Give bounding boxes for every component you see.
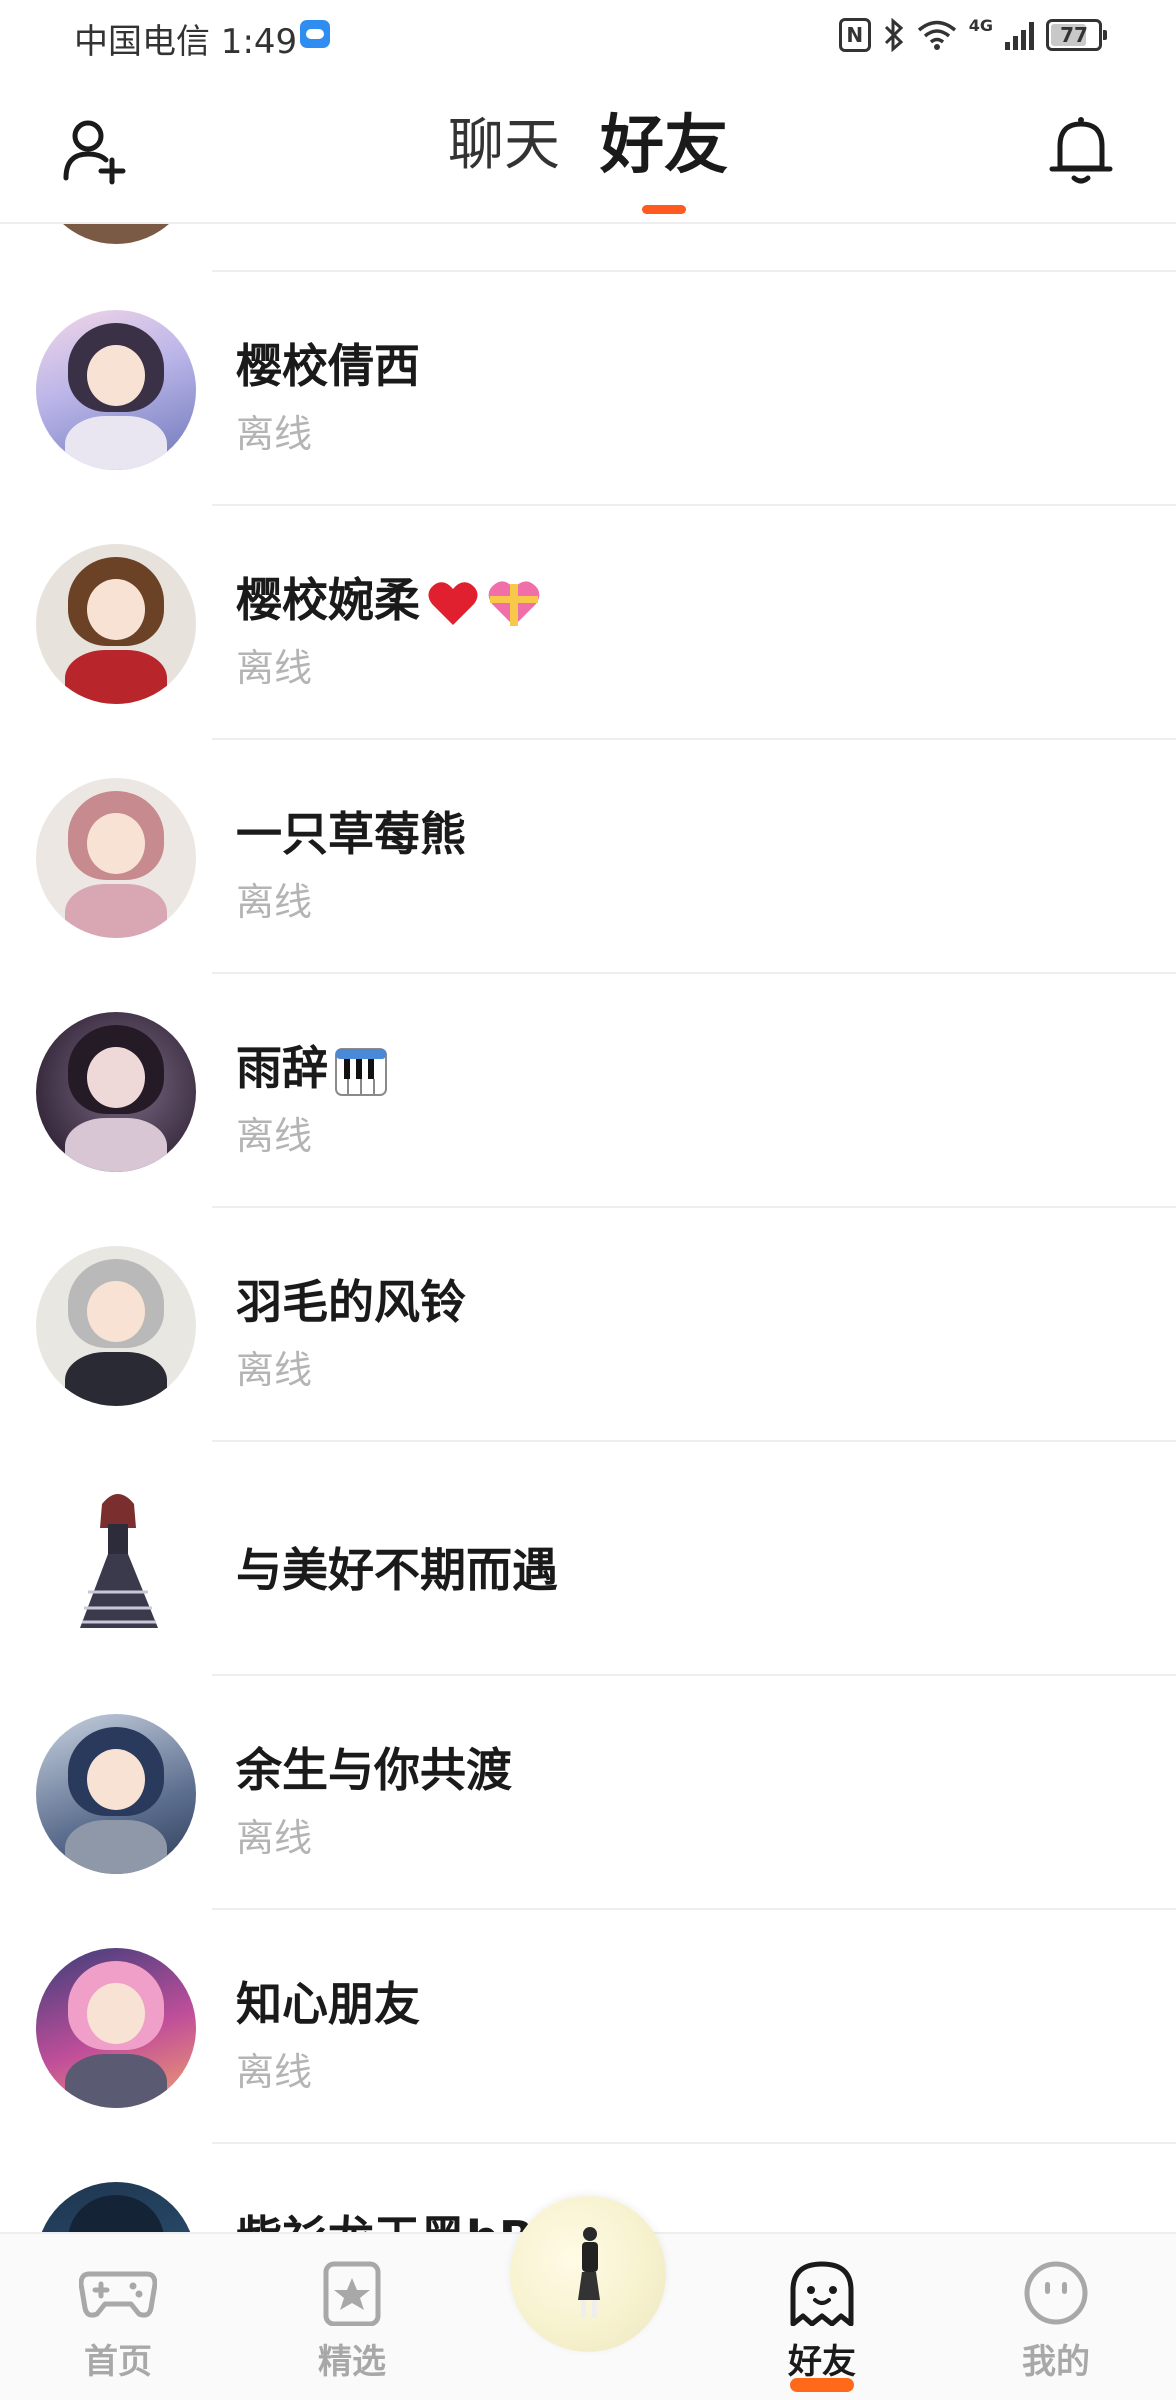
- gamepad-icon: [79, 2271, 157, 2318]
- header: 聊天 好友: [0, 72, 1176, 224]
- friend-name: 羽毛的风铃: [236, 1275, 466, 1329]
- nav-label: 首页: [84, 2342, 152, 2382]
- bluetooth-icon: [884, 18, 903, 52]
- friend-status: 离线: [236, 1348, 313, 1392]
- friend-status: 离线: [236, 412, 313, 456]
- tab-active-indicator: [642, 205, 686, 214]
- friend-row[interactable]: 羽毛的风铃 离线: [0, 1208, 1176, 1442]
- friend-name: 与美好不期而遇: [236, 1543, 558, 1597]
- nav-label: 精选: [318, 2342, 386, 2382]
- friend-row[interactable]: 樱校婉柔 离线: [0, 506, 1176, 740]
- heart-icon: [428, 581, 478, 625]
- nav-item-featured[interactable]: 精选: [272, 2234, 432, 2400]
- friend-status: 离线: [236, 1114, 313, 1158]
- nav-label: 好友: [788, 2342, 856, 2382]
- battery-level: 77: [1060, 23, 1088, 47]
- battery-icon: 77: [1046, 19, 1107, 51]
- avatar[interactable]: [36, 778, 196, 938]
- avatar[interactable]: [36, 1246, 196, 1406]
- piano-icon: [335, 1047, 387, 1096]
- star-bookmark-icon: [323, 2261, 381, 2326]
- avatar[interactable]: [36, 1714, 196, 1874]
- nfc-icon: N: [838, 18, 871, 52]
- friend-name: 樱校婉柔: [236, 572, 542, 630]
- nav-item-mine[interactable]: 我的: [976, 2234, 1136, 2400]
- tab-friends[interactable]: 好友: [600, 108, 728, 214]
- friend-name: 余生与你共渡: [236, 1743, 512, 1797]
- friend-name: 一只草莓熊: [236, 807, 466, 861]
- tab-chat[interactable]: 聊天: [448, 108, 560, 184]
- friend-name: 知心朋友: [236, 1977, 420, 2031]
- avatar[interactable]: [36, 2182, 196, 2232]
- avatar[interactable]: [36, 1948, 196, 2108]
- friend-row[interactable]: 余生与你共渡 离线: [0, 1676, 1176, 1910]
- friend-row[interactable]: 知心朋友 离线: [0, 1910, 1176, 2144]
- friend-status: 离线: [236, 1816, 313, 1860]
- character-figure: [578, 2227, 600, 2318]
- status-icons: N 4G 77: [838, 14, 1107, 56]
- avatar[interactable]: [36, 1480, 196, 1640]
- signal-icon: [1005, 20, 1034, 50]
- friend-name: 樱校倩西: [236, 339, 420, 393]
- friend-row[interactable]: 一只草莓熊 离线: [0, 740, 1176, 974]
- cloud-icon: [300, 20, 330, 48]
- tab-chat-label: 聊天: [448, 113, 560, 178]
- status-bar: 中国电信 1:49 N 4G 77: [0, 0, 1176, 72]
- heart-gift-icon: [488, 580, 540, 626]
- friend-status: 离线: [236, 880, 313, 924]
- ghost-icon: [790, 2261, 854, 2326]
- smiley-icon: [1024, 2261, 1088, 2325]
- nav-label: 我的: [1022, 2342, 1090, 2382]
- nav-item-home[interactable]: 首页: [38, 2234, 198, 2400]
- friend-row[interactable]: 与美好不期而遇: [0, 1442, 1176, 1676]
- friend-name: 雨辞: [236, 1040, 388, 1099]
- bell-icon[interactable]: [1046, 112, 1116, 188]
- friend-row[interactable]: 樱校倩西 离线: [0, 272, 1176, 506]
- friend-name: 紫衫龙王黑bB: [236, 2210, 534, 2232]
- character-figure: [80, 1494, 158, 1628]
- top-tabs: 聊天 好友: [0, 108, 1176, 214]
- center-character-avatar[interactable]: [510, 2196, 666, 2352]
- friend-status: 离线: [236, 2050, 313, 2094]
- friend-status: 离线: [236, 646, 313, 690]
- nav-active-indicator: [790, 2378, 854, 2392]
- avatar[interactable]: [36, 224, 196, 244]
- friend-list[interactable]: 樱校倩西 离线 樱校婉柔 离线 一只草莓熊 离线 雨辞 离线 羽毛的风铃 离线 …: [0, 224, 1176, 2232]
- avatar[interactable]: [36, 310, 196, 470]
- wifi-icon: [917, 20, 956, 50]
- carrier-time: 中国电信 1:49: [74, 22, 298, 62]
- avatar[interactable]: [36, 1012, 196, 1172]
- avatar[interactable]: [36, 544, 196, 704]
- network-type: 4G: [968, 16, 993, 35]
- friend-row[interactable]: 雨辞 离线: [0, 974, 1176, 1208]
- tab-friends-label: 好友: [600, 109, 728, 183]
- nav-item-friends[interactable]: 好友: [742, 2234, 902, 2400]
